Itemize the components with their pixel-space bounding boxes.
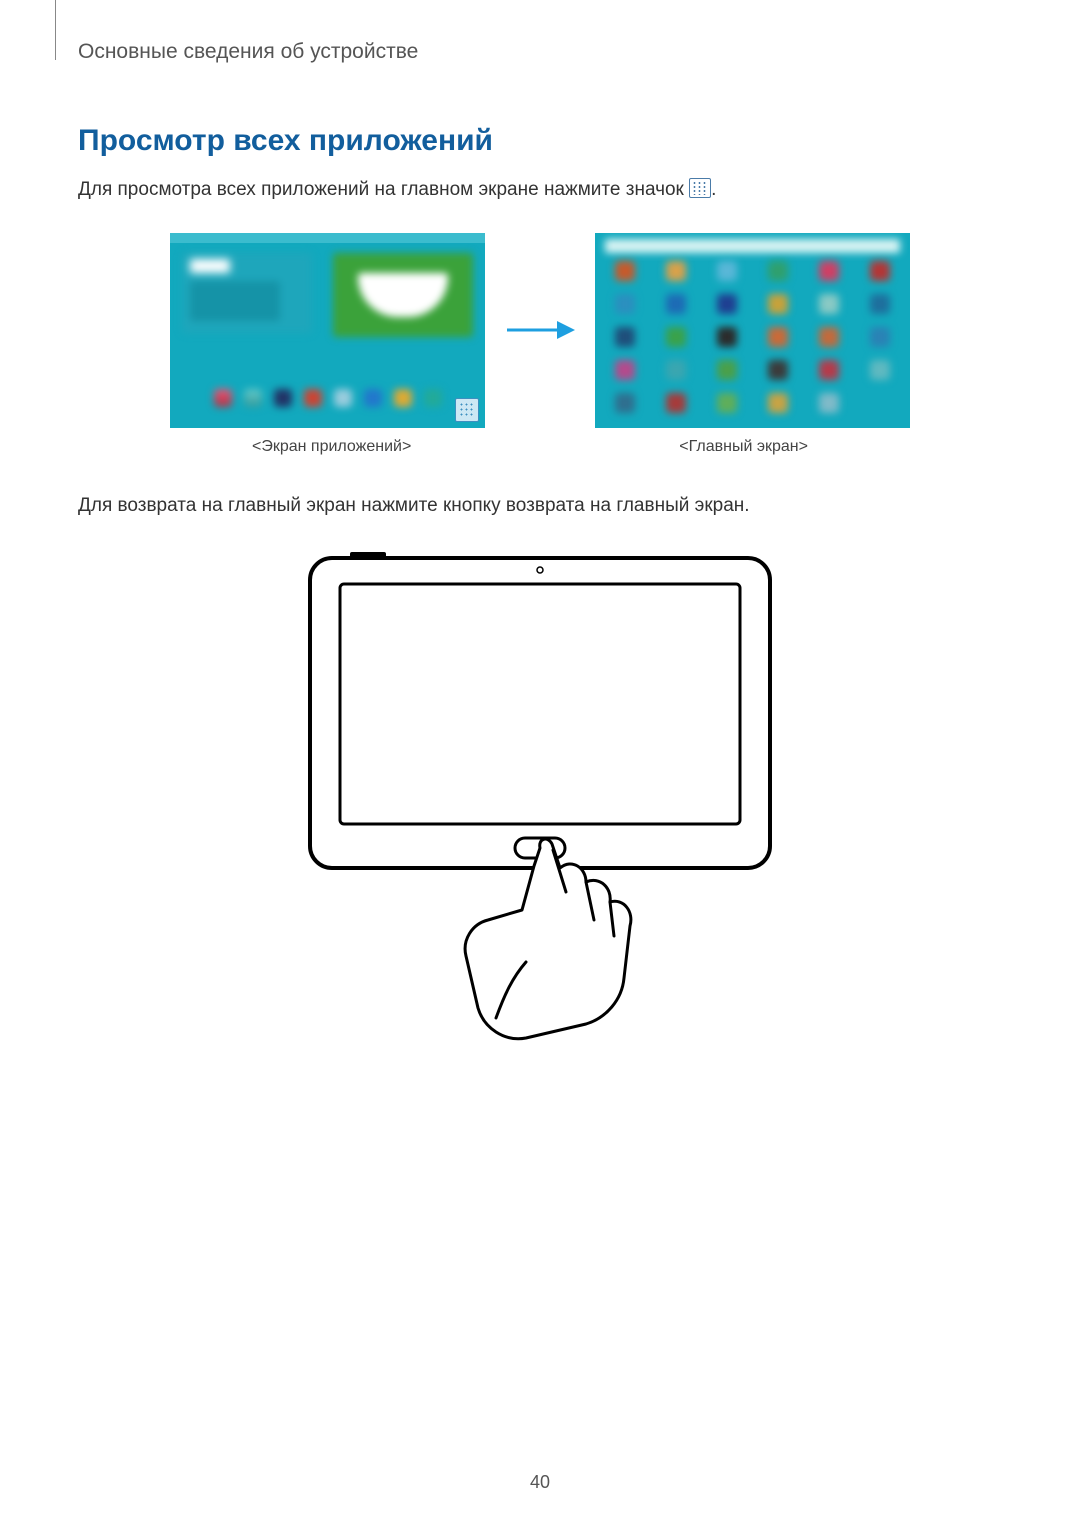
header-rule bbox=[55, 0, 56, 60]
intro-text-pre: Для просмотра всех приложений на главном… bbox=[78, 179, 689, 200]
page-header: Основные сведения об устройстве bbox=[78, 30, 1002, 64]
figure-captions: <Экран приложений> <Главный экран> bbox=[78, 438, 1002, 456]
caption-left: <Экран приложений> bbox=[252, 438, 411, 456]
arrow-right-icon bbox=[505, 315, 575, 345]
intro-paragraph: Для просмотра всех приложений на главном… bbox=[78, 176, 1002, 205]
tablet-illustration bbox=[78, 548, 1002, 1048]
caption-right: <Главный экран> bbox=[679, 438, 808, 456]
section-title: Просмотр всех приложений bbox=[78, 124, 1002, 158]
page-number: 40 bbox=[0, 1472, 1080, 1493]
apps-grid-icon bbox=[689, 178, 711, 198]
apps-screen-thumbnail bbox=[595, 233, 910, 428]
intro-text-post: . bbox=[711, 179, 716, 200]
apps-button-highlight bbox=[455, 398, 479, 422]
return-paragraph: Для возврата на главный экран нажмите кн… bbox=[78, 492, 1002, 521]
figure-row bbox=[98, 233, 982, 428]
home-screen-thumbnail bbox=[170, 233, 485, 428]
